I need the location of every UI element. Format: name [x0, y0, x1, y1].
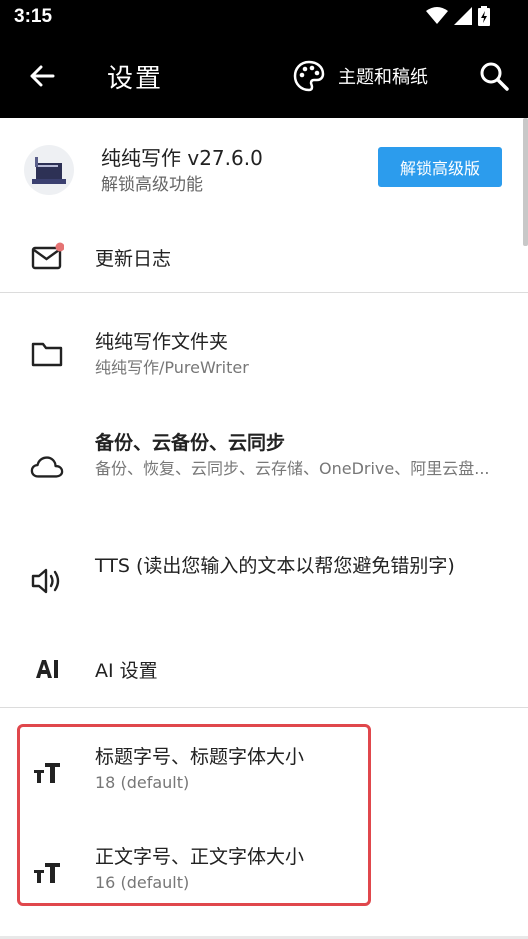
folder-icon	[30, 337, 64, 371]
unlock-premium-button[interactable]: 解锁高级版	[378, 147, 502, 187]
search-icon	[480, 62, 509, 91]
backup-item[interactable]: 备份、云备份、云同步 备份、恢复、云同步、云存储、OneDrive、阿里云盘..…	[0, 408, 528, 518]
theme-and-paper-button[interactable]: 主题和稿纸	[292, 56, 428, 96]
app-bar: 设置 主题和稿纸	[0, 34, 528, 118]
changelog-item[interactable]: 更新日志	[0, 222, 528, 292]
page-title: 设置	[107, 64, 164, 94]
tts-title: TTS (读出您输入的文本以帮您避免错别字)	[95, 555, 455, 577]
wifi-icon	[426, 7, 448, 24]
status-icons	[426, 6, 490, 26]
folder-subtitle: 纯纯写作/PureWriter	[95, 358, 249, 377]
signal-icon	[454, 7, 472, 25]
backup-subtitle: 备份、恢复、云同步、云存储、OneDrive、阿里云盘...	[95, 459, 490, 478]
tts-item[interactable]: TTS (读出您输入的文本以帮您避免错别字)	[0, 538, 528, 623]
ai-settings-item[interactable]: AI 设置	[0, 638, 528, 703]
highlight-box	[17, 724, 371, 906]
folder-title: 纯纯写作文件夹	[95, 331, 229, 353]
backup-title: 备份、云备份、云同步	[95, 432, 286, 454]
changelog-title: 更新日志	[95, 248, 172, 270]
ai-settings-title: AI 设置	[95, 660, 158, 682]
speaker-icon	[30, 564, 64, 598]
ai-icon	[30, 652, 64, 686]
app-info-row[interactable]: 纯纯写作 v27.6.0 解锁高级功能 解锁高级版	[0, 118, 528, 222]
mail-icon	[30, 240, 64, 274]
app-logo-icon	[24, 145, 74, 195]
status-time: 3:15	[14, 6, 53, 27]
app-subtitle: 解锁高级功能	[101, 175, 203, 195]
settings-list[interactable]: 纯纯写作 v27.6.0 解锁高级功能 解锁高级版 更新日志 纯纯写作文件夹 纯…	[0, 118, 528, 939]
cloud-icon	[30, 450, 64, 484]
search-button[interactable]	[474, 56, 514, 96]
folder-item[interactable]: 纯纯写作文件夹 纯纯写作/PureWriter	[0, 293, 528, 383]
divider	[0, 707, 528, 708]
arrow-left-icon	[30, 65, 55, 87]
palette-icon	[293, 60, 325, 92]
status-bar: 3:15	[0, 0, 528, 34]
back-button[interactable]	[22, 56, 62, 96]
battery-icon	[478, 6, 490, 26]
app-name: 纯纯写作 v27.6.0	[101, 146, 263, 170]
theme-label: 主题和稿纸	[338, 67, 428, 88]
